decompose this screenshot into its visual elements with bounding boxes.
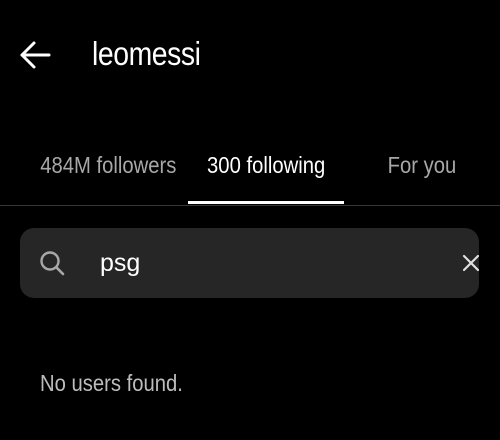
empty-state-text: No users found.	[40, 370, 183, 396]
search-icon	[40, 251, 65, 276]
search-input[interactable]	[100, 243, 440, 283]
back-button[interactable]	[14, 34, 56, 76]
tab-following-label: 300 following	[206, 151, 326, 178]
profile-username: leomessi	[92, 35, 201, 72]
tabs-divider	[0, 205, 500, 206]
clear-search-button[interactable]	[457, 249, 485, 277]
arrow-left-icon	[20, 41, 51, 69]
search-bar[interactable]	[20, 228, 480, 298]
tab-for-you-label: For you	[387, 151, 457, 178]
empty-state-message: No users found.	[40, 366, 202, 400]
active-tab-indicator	[188, 201, 344, 204]
following-list-screen: leomessi 484M followers 300 following Fo…	[0, 0, 500, 440]
tab-following[interactable]: 300 following	[188, 128, 344, 202]
tab-for-you[interactable]: For you	[360, 128, 484, 202]
close-icon	[462, 254, 480, 272]
tab-followers-label: 484M followers	[39, 151, 177, 178]
tab-followers[interactable]: 484M followers	[28, 128, 188, 202]
tab-bar: 484M followers 300 following For you	[0, 128, 500, 206]
header: leomessi	[0, 0, 500, 110]
